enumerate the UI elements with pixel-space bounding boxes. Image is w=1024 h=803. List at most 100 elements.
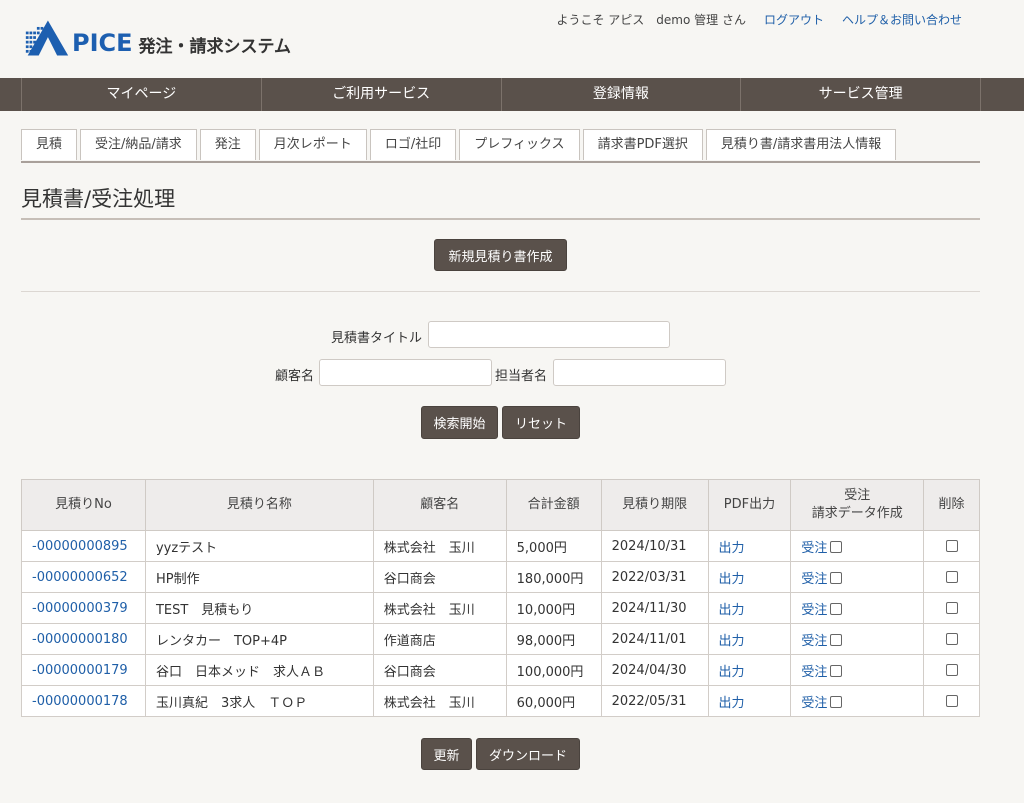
table-row: -00000000652 HP制作 谷口商会 180,000円 2022/03/…	[21, 561, 980, 593]
order-link[interactable]: 受注	[801, 541, 827, 556]
nav-item-mypage[interactable]: マイページ	[21, 78, 261, 111]
nav-item-service-admin[interactable]: サービス管理	[740, 78, 981, 111]
cell-deadline: 2024/11/01	[600, 623, 709, 655]
cell-name: yyzテスト	[144, 530, 374, 562]
delete-checkbox[interactable]	[945, 695, 958, 707]
search-button[interactable]: 検索開始	[421, 406, 498, 439]
order-checkbox[interactable]	[830, 572, 843, 584]
estimate-no-link[interactable]: -00000000895	[32, 539, 128, 554]
pdf-output-link[interactable]: 出力	[719, 696, 745, 711]
pdf-output-link[interactable]: 出力	[719, 572, 745, 587]
pdf-output-link[interactable]: 出力	[719, 541, 745, 556]
delete-checkbox[interactable]	[945, 540, 958, 552]
estimate-title-label: 見積書タイトル	[331, 331, 423, 346]
nav-item-registration[interactable]: 登録情報	[500, 78, 741, 111]
cell-no: -00000000179	[21, 654, 146, 686]
cell-deadline: 2022/03/31	[600, 561, 709, 593]
cell-total: 5,000円	[505, 530, 602, 562]
cell-name: TEST 見積もり	[144, 592, 374, 624]
cell-name: HP制作	[144, 561, 374, 593]
order-link[interactable]: 受注	[801, 634, 827, 649]
order-link[interactable]: 受注	[801, 572, 827, 587]
estimate-no-link[interactable]: -00000000379	[32, 601, 128, 616]
pdf-output-link[interactable]: 出力	[719, 634, 745, 649]
order-checkbox[interactable]	[830, 634, 843, 646]
staff-name-label: 担当者名	[495, 369, 548, 384]
col-header-order-line2: 請求データ作成	[811, 506, 903, 521]
logo[interactable]: PICE 発注・請求システム	[24, 16, 291, 60]
cell-customer: 谷口商会	[372, 561, 507, 593]
order-checkbox[interactable]	[830, 541, 843, 553]
cell-customer: 株式会社 玉川	[372, 592, 507, 624]
delete-checkbox[interactable]	[945, 664, 958, 676]
cell-pdf: 出力	[707, 530, 792, 562]
pdf-output-link[interactable]: 出力	[719, 603, 745, 618]
tab-corporate-info[interactable]: 見積り書/請求書用法人情報	[705, 129, 897, 160]
table-header-row: 見積りNo 見積り名称 顧客名 合計金額 見積り期限 PDF出力 受注 請求デー…	[21, 479, 980, 531]
tab-monthly-report[interactable]: 月次レポート	[258, 129, 367, 160]
cell-order: 受注	[790, 685, 925, 717]
order-link[interactable]: 受注	[801, 665, 827, 680]
tab-prefix[interactable]: プレフィックス	[459, 129, 580, 160]
pdf-output-link[interactable]: 出力	[719, 665, 745, 680]
order-link[interactable]: 受注	[801, 603, 827, 618]
cell-pdf: 出力	[707, 654, 792, 686]
cell-delete	[923, 654, 980, 686]
estimate-no-link[interactable]: -00000000179	[32, 663, 128, 678]
tab-estimate[interactable]: 見積	[21, 129, 78, 160]
reset-button[interactable]: リセット	[502, 406, 580, 439]
delete-checkbox[interactable]	[945, 602, 958, 614]
cell-order: 受注	[790, 561, 925, 593]
estimate-no-link[interactable]: -00000000178	[32, 694, 128, 709]
staff-name-input[interactable]	[553, 359, 726, 386]
col-header-total[interactable]: 合計金額	[505, 479, 602, 531]
tab-purchase-order[interactable]: 発注	[199, 129, 256, 160]
cell-delete	[923, 530, 980, 562]
estimate-no-link[interactable]: -00000000652	[32, 570, 128, 585]
order-link[interactable]: 受注	[801, 696, 827, 711]
delete-checkbox[interactable]	[945, 633, 958, 645]
delete-checkbox[interactable]	[945, 571, 958, 583]
cell-name: 谷口 日本メッド 求人ＡＢ	[144, 654, 374, 686]
page-title: 見積書/受注処理	[21, 187, 176, 211]
nav-item-services[interactable]: ご利用サービス	[260, 78, 501, 111]
sub-tabs: 見積 受注/納品/請求 発注 月次レポート ロゴ/社印 プレフィックス 請求書P…	[21, 129, 980, 163]
table-row: -00000000179 谷口 日本メッド 求人ＡＢ 谷口商会 100,000円…	[21, 654, 980, 686]
order-checkbox[interactable]	[830, 696, 843, 708]
new-estimate-button[interactable]: 新規見積り書作成	[434, 239, 567, 271]
order-checkbox[interactable]	[830, 603, 843, 615]
cell-pdf: 出力	[707, 685, 792, 717]
col-header-customer[interactable]: 顧客名	[372, 479, 507, 531]
title-divider	[21, 218, 980, 220]
cell-order: 受注	[790, 592, 925, 624]
cell-name: レンタカー TOP+4P	[144, 623, 374, 655]
cell-customer: 谷口商会	[372, 654, 507, 686]
help-link[interactable]: ヘルプ＆お問い合わせ	[842, 11, 962, 28]
estimate-title-input[interactable]	[428, 321, 670, 348]
tab-order-delivery-invoice[interactable]: 受注/納品/請求	[80, 129, 197, 160]
order-checkbox[interactable]	[830, 665, 843, 677]
logout-link[interactable]: ログアウト	[764, 11, 824, 28]
col-header-deadline[interactable]: 見積り期限	[600, 479, 709, 531]
logo-system-name: 発注・請求システム	[138, 36, 292, 57]
estimate-no-link[interactable]: -00000000180	[32, 632, 128, 647]
tab-invoice-pdf-select[interactable]: 請求書PDF選択	[582, 129, 703, 160]
cell-delete	[923, 685, 980, 717]
customer-name-label: 顧客名	[275, 369, 315, 384]
cell-pdf: 出力	[707, 623, 792, 655]
col-header-order-line1: 受注	[844, 488, 871, 503]
cell-total: 100,000円	[505, 654, 602, 686]
customer-name-input[interactable]	[319, 359, 492, 386]
tab-logo-seal[interactable]: ロゴ/社印	[369, 129, 457, 160]
update-button[interactable]: 更新	[421, 738, 472, 770]
cell-pdf: 出力	[707, 592, 792, 624]
col-header-name[interactable]: 見積り名称	[144, 479, 374, 531]
cell-deadline: 2022/05/31	[600, 685, 709, 717]
cell-customer: 株式会社 玉川	[372, 530, 507, 562]
download-button[interactable]: ダウンロード	[476, 738, 580, 770]
cell-total: 60,000円	[505, 685, 602, 717]
table-row: -00000000178 玉川真紀 3求人 ＴＯＰ 株式会社 玉川 60,000…	[21, 685, 980, 717]
cell-no: -00000000379	[21, 592, 146, 624]
cell-customer: 株式会社 玉川	[372, 685, 507, 717]
col-header-no[interactable]: 見積りNo	[21, 479, 146, 531]
